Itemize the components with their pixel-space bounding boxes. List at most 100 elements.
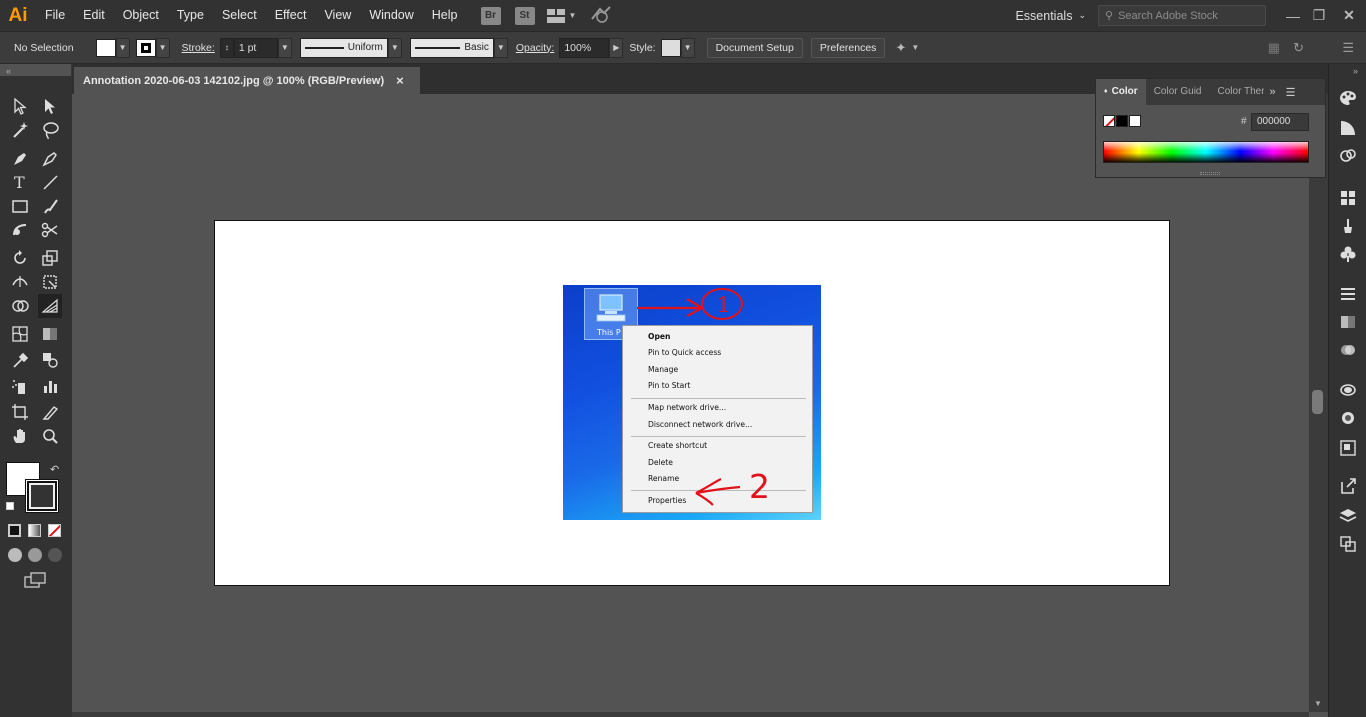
direct-selection-tool-icon[interactable] bbox=[38, 94, 62, 118]
graphic-style-swatch[interactable] bbox=[660, 38, 681, 57]
default-fill-stroke-icon[interactable] bbox=[6, 502, 14, 510]
eyedropper-tool-icon[interactable] bbox=[8, 348, 32, 372]
bridge-button[interactable]: Br bbox=[480, 6, 501, 25]
vertical-scrollbar[interactable]: ▼ bbox=[1309, 94, 1328, 712]
style-dropdown[interactable]: ▼ bbox=[680, 37, 695, 58]
close-tab-icon[interactable]: × bbox=[396, 73, 404, 88]
hand-tool-icon[interactable] bbox=[8, 424, 32, 448]
color-guide-icon[interactable] bbox=[1338, 118, 1358, 138]
panel-collapse-icon[interactable]: » bbox=[1270, 86, 1276, 98]
restore-button[interactable]: ❐ bbox=[1306, 0, 1332, 31]
menu-file[interactable]: File bbox=[36, 0, 74, 31]
line-segment-tool-icon[interactable] bbox=[38, 170, 62, 194]
draw-normal-icon[interactable] bbox=[8, 548, 22, 562]
shape-builder-tool-icon[interactable] bbox=[8, 294, 32, 318]
blend-tool-icon[interactable] bbox=[38, 348, 62, 372]
artboards-icon[interactable] bbox=[1338, 534, 1358, 554]
stock-search-input[interactable]: ⚲ Search Adobe Stock bbox=[1098, 5, 1266, 26]
free-transform-tool-icon[interactable] bbox=[38, 270, 62, 294]
tab-color-themes[interactable]: Color Ther bbox=[1210, 79, 1264, 105]
menu-help[interactable]: Help bbox=[423, 0, 467, 31]
menu-window[interactable]: Window bbox=[360, 0, 422, 31]
menu-object[interactable]: Object bbox=[114, 0, 168, 31]
shaper-tool-icon[interactable] bbox=[8, 218, 32, 242]
symbols-icon[interactable] bbox=[1338, 244, 1358, 264]
resize-grip[interactable] bbox=[1200, 172, 1220, 175]
collapse-toolbar-icon[interactable]: « bbox=[6, 66, 11, 76]
export-icon[interactable] bbox=[1338, 476, 1358, 496]
arrange-documents-icon[interactable]: ▼ bbox=[546, 8, 576, 23]
color-panel-icon[interactable] bbox=[1338, 88, 1358, 108]
rotate-tool-icon[interactable] bbox=[8, 246, 32, 270]
column-graph-tool-icon[interactable] bbox=[38, 374, 62, 398]
hex-input[interactable]: 000000 bbox=[1251, 113, 1309, 131]
stroke-weight-field[interactable]: 1 pt bbox=[233, 37, 278, 58]
placed-image[interactable]: This P Open Pin to Quick access Manage P… bbox=[563, 285, 821, 520]
stroke-swatch[interactable] bbox=[135, 38, 156, 57]
scale-tool-icon[interactable] bbox=[38, 246, 62, 270]
horizontal-scrollbar[interactable] bbox=[72, 712, 1309, 717]
mesh-tool-icon[interactable] bbox=[8, 322, 32, 346]
selection-tool-icon[interactable] bbox=[8, 94, 32, 118]
document-setup-button[interactable]: Document Setup bbox=[706, 37, 803, 58]
align-icon[interactable]: ▦ bbox=[1268, 40, 1280, 56]
screen-mode-icon[interactable] bbox=[24, 572, 46, 591]
isolate-icon[interactable]: ↻ bbox=[1293, 40, 1304, 56]
graphic-styles-icon[interactable] bbox=[1338, 408, 1358, 428]
stroke-color-box[interactable] bbox=[25, 479, 59, 513]
swap-fill-stroke-icon[interactable]: ↶ bbox=[50, 462, 59, 476]
opacity-field[interactable]: 100% bbox=[559, 37, 610, 58]
stroke-panel-icon[interactable] bbox=[1338, 284, 1358, 304]
tab-color-guide[interactable]: Color Guid bbox=[1146, 79, 1210, 105]
draw-inside-icon[interactable] bbox=[48, 548, 62, 562]
color-themes-icon[interactable] bbox=[1338, 146, 1358, 166]
panel-menu-icon[interactable]: ☰ bbox=[1286, 86, 1296, 99]
scroll-down-icon[interactable]: ▼ bbox=[1314, 699, 1322, 708]
menu-type[interactable]: Type bbox=[168, 0, 213, 31]
white-swatch[interactable] bbox=[1129, 115, 1141, 127]
zoom-tool-icon[interactable] bbox=[38, 424, 62, 448]
swatches-icon[interactable] bbox=[1338, 188, 1358, 208]
appearance-icon[interactable] bbox=[1338, 380, 1358, 400]
width-tool-icon[interactable] bbox=[8, 270, 32, 294]
menu-edit[interactable]: Edit bbox=[74, 0, 114, 31]
transform-icon[interactable]: ✦ bbox=[895, 40, 906, 56]
menu-effect[interactable]: Effect bbox=[266, 0, 316, 31]
black-swatch[interactable] bbox=[1116, 115, 1128, 127]
fill-dropdown[interactable]: ▼ bbox=[115, 37, 130, 58]
fill-swatch[interactable] bbox=[95, 38, 116, 57]
vertical-scroll-thumb[interactable] bbox=[1312, 390, 1323, 414]
color-mode-icon[interactable] bbox=[8, 524, 21, 537]
gpu-performance-icon[interactable] bbox=[590, 5, 612, 26]
layers-alt-icon[interactable] bbox=[1338, 438, 1358, 458]
gradient-panel-icon[interactable] bbox=[1338, 312, 1358, 332]
none-mode-icon[interactable] bbox=[48, 524, 61, 537]
variable-width-profile[interactable]: Uniform bbox=[299, 37, 388, 58]
brush-dropdown[interactable]: ▼ bbox=[493, 37, 508, 58]
paintbrush-tool-icon[interactable] bbox=[38, 194, 62, 218]
profile-dropdown[interactable]: ▼ bbox=[387, 37, 402, 58]
brush-definition[interactable]: Basic bbox=[409, 37, 494, 58]
menu-view[interactable]: View bbox=[315, 0, 360, 31]
document-tab[interactable]: Annotation 2020-06-03 142102.jpg @ 100% … bbox=[74, 67, 420, 94]
artboard-tool-icon[interactable] bbox=[8, 400, 32, 424]
preferences-button[interactable]: Preferences bbox=[810, 37, 886, 58]
rectangle-tool-icon[interactable] bbox=[8, 194, 32, 218]
stroke-dropdown[interactable]: ▼ bbox=[155, 37, 170, 58]
none-swatch[interactable] bbox=[1103, 115, 1115, 127]
minimize-button[interactable]: — bbox=[1280, 0, 1306, 31]
curvature-tool-icon[interactable] bbox=[38, 146, 62, 170]
magic-wand-tool-icon[interactable] bbox=[8, 118, 32, 142]
stock-button[interactable]: St bbox=[514, 6, 535, 25]
chevron-down-icon[interactable]: ▼ bbox=[911, 43, 919, 52]
gradient-mode-icon[interactable] bbox=[28, 524, 41, 537]
stroke-weight-dropdown[interactable]: ▼ bbox=[277, 37, 292, 58]
workspace-switcher[interactable]: Essentials ⌄ bbox=[1015, 9, 1086, 23]
transparency-icon[interactable] bbox=[1338, 340, 1358, 360]
gradient-tool-icon[interactable] bbox=[38, 322, 62, 346]
type-tool-icon[interactable]: T bbox=[8, 170, 32, 194]
menu-select[interactable]: Select bbox=[213, 0, 266, 31]
layers-icon[interactable] bbox=[1338, 506, 1358, 526]
panel-menu-icon[interactable]: ☰ bbox=[1342, 40, 1354, 56]
brushes-icon[interactable] bbox=[1338, 216, 1358, 236]
